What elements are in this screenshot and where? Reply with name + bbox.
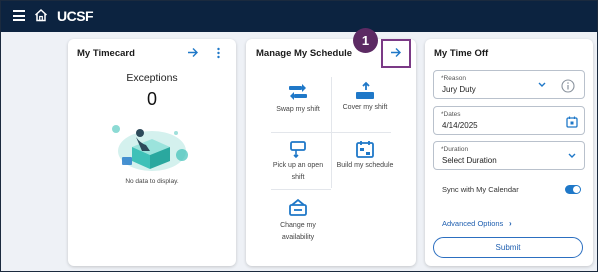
tile-label: Swap my shift	[276, 106, 320, 113]
timeoff-card: My Time Off *Reason Jury Duty *Dates 4/1…	[425, 39, 593, 266]
exceptions-count: 0	[146, 89, 157, 109]
dates-field[interactable]: *Dates 4/14/2025	[433, 106, 585, 135]
more-vertical-icon[interactable]	[216, 47, 221, 59]
step-badge: 1	[353, 28, 378, 53]
empty-state-text: No data to display.	[125, 178, 179, 185]
timecard-title: My Timecard	[77, 48, 135, 59]
reason-value: Jury Duty	[442, 85, 476, 94]
tile-label: Pick up an open shift	[272, 162, 324, 181]
tile-label: Change my availability	[280, 222, 316, 241]
tile-label: Cover my shift	[342, 104, 388, 111]
availability-tile[interactable]: Change my availability	[268, 193, 328, 251]
chevron-down-icon	[538, 82, 546, 87]
schedule-title: Manage My Schedule	[256, 48, 353, 59]
empty-state-illustration	[112, 125, 188, 171]
sync-calendar-toggle[interactable]	[565, 185, 581, 194]
tile-divider	[271, 132, 391, 133]
dates-label: *Dates	[441, 111, 461, 118]
app-frame: UCSF My Timecard Exceptions 0 No data to…	[0, 0, 598, 272]
timeoff-title: My Time Off	[434, 48, 489, 59]
step-highlight-box	[381, 39, 411, 68]
reason-label: *Reason	[441, 75, 466, 82]
swap-shift-tile[interactable]: Swap my shift	[268, 79, 328, 129]
tile-label: Build my schedule	[336, 162, 394, 169]
exceptions-label: Exceptions	[126, 72, 178, 84]
pickup-shift-tile[interactable]: Pick up an open shift	[268, 135, 328, 187]
build-schedule-icon	[356, 141, 374, 158]
chevron-down-icon	[568, 153, 576, 158]
availability-icon	[289, 198, 307, 216]
info-icon[interactable]	[561, 79, 575, 93]
advanced-options-link[interactable]: Advanced Options	[442, 219, 503, 228]
submit-button[interactable]: Submit	[433, 237, 583, 258]
duration-select[interactable]: *Duration Select Duration	[433, 141, 585, 170]
timecard-card: My Timecard Exceptions 0 No data to disp…	[68, 39, 236, 266]
sync-calendar-label: Sync with My Calendar	[442, 185, 519, 194]
arrow-right-icon[interactable]	[187, 47, 199, 58]
chevron-right-icon: ›	[509, 219, 512, 228]
ucsf-logo[interactable]: UCSF	[57, 8, 94, 24]
swap-shift-icon	[289, 84, 307, 100]
dates-value: 4/14/2025	[442, 121, 478, 130]
duration-value: Select Duration	[442, 156, 497, 165]
home-icon[interactable]	[34, 8, 48, 22]
cover-shift-tile[interactable]: Cover my shift	[334, 79, 396, 129]
pickup-shift-icon	[290, 141, 306, 159]
menu-icon[interactable]	[13, 10, 25, 21]
duration-label: *Duration	[441, 146, 469, 153]
schedule-card: Manage My Schedule Swap my shift Cover m…	[246, 39, 416, 266]
build-schedule-tile[interactable]: Build my schedule	[334, 135, 396, 187]
cover-shift-icon	[356, 81, 374, 99]
calendar-icon[interactable]	[566, 116, 578, 128]
top-nav-bar: UCSF	[1, 1, 597, 32]
tile-divider	[271, 189, 331, 190]
